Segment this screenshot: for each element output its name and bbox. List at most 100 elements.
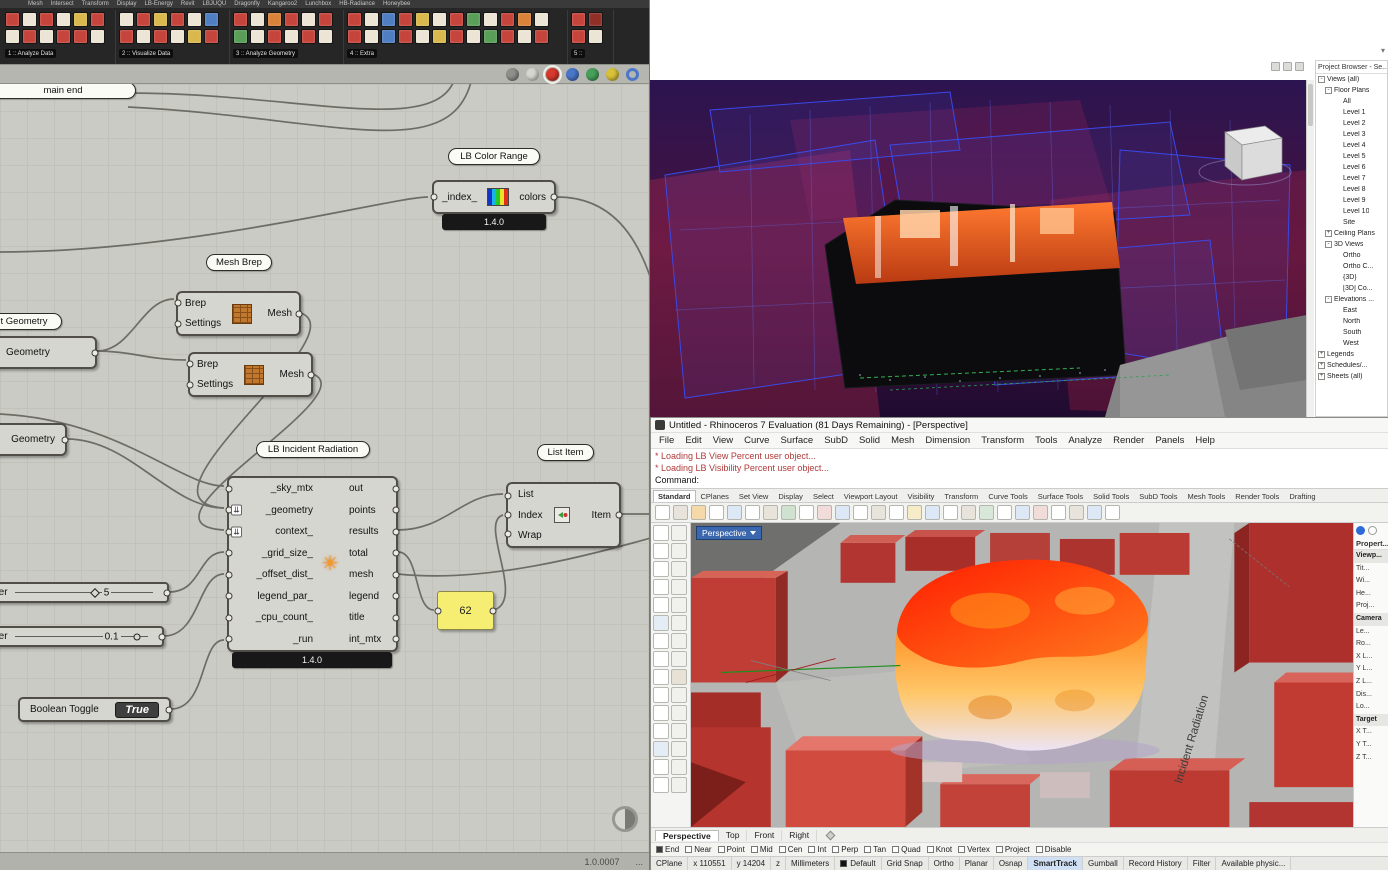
gh-toolbar-icon[interactable] (500, 12, 515, 27)
checkbox[interactable] (808, 846, 816, 853)
mesh-brep-component[interactable]: Brep Settings Mesh (174, 291, 303, 336)
rhino-toolbar-icon[interactable] (673, 505, 688, 520)
toolbar-tab[interactable]: CPlanes (696, 490, 734, 502)
revit-view-toolbar-icon[interactable] (1295, 62, 1304, 71)
gh-toolbar-icon[interactable] (449, 12, 464, 27)
tree-expander-icon[interactable]: - (1325, 87, 1332, 94)
browser-tree-item[interactable]: Level 9 (1316, 195, 1387, 206)
status-toggle[interactable]: Gumball (1083, 857, 1124, 870)
gh-toolbar-icon[interactable] (301, 12, 316, 27)
rhino-sidebar-tool-icon[interactable] (671, 543, 687, 559)
output-port[interactable] (307, 371, 315, 378)
rhino-sidebar-tool-icon[interactable] (671, 651, 687, 667)
gh-toolbar-icon[interactable] (187, 29, 202, 44)
gh-display-mode-icon[interactable] (586, 67, 599, 81)
osnap-toggle[interactable]: Mid (750, 845, 773, 854)
gh-ribbon-tab[interactable]: HB-Radiance (339, 0, 375, 8)
rhino-sidebar-tool-icon[interactable] (671, 723, 687, 739)
gh-toolbar-icon[interactable] (136, 29, 151, 44)
input-port[interactable] (504, 492, 512, 500)
gh-toolbar-icon[interactable] (204, 29, 219, 44)
layers-tab-icon[interactable] (1368, 526, 1377, 535)
browser-tree-item[interactable]: - 3D Views (1316, 239, 1387, 250)
gh-toolbar-icon[interactable] (415, 12, 430, 27)
menu-item[interactable]: Panels (1155, 435, 1184, 446)
gh-toolbar-icon[interactable] (415, 29, 430, 44)
osnap-toggle[interactable]: Cen (778, 845, 802, 854)
status-toggle[interactable]: Ortho (929, 857, 960, 870)
input-port[interactable] (504, 511, 512, 519)
gh-toolbar-icon[interactable] (398, 12, 413, 27)
checkbox[interactable] (656, 846, 663, 853)
osnap-toggle[interactable]: Int (808, 845, 826, 854)
output-port[interactable] (295, 310, 303, 317)
tree-expander-icon[interactable]: + (1318, 351, 1325, 358)
osnap-toggle[interactable]: Near (685, 845, 712, 854)
toolbar-tab[interactable]: Render Tools (1230, 490, 1284, 502)
checkbox[interactable] (864, 846, 872, 853)
rhino-toolbar-icon[interactable] (961, 505, 976, 520)
rhino-sidebar-tool-icon[interactable] (653, 615, 669, 631)
toolbar-tab[interactable]: Standard (653, 490, 696, 502)
gh-toolbar-group-label[interactable]: 5 :: (571, 49, 586, 58)
gh-toolbar-icon[interactable] (153, 12, 168, 27)
osnap-toggle[interactable]: Point (717, 845, 745, 854)
rhino-sidebar-tool-icon[interactable] (671, 741, 687, 757)
browser-tree-item[interactable]: Site (1316, 217, 1387, 228)
gh-ribbon-tab[interactable]: LB-Energy (145, 0, 173, 8)
menu-item[interactable]: Solid (859, 435, 880, 446)
gh-toolbar-icon[interactable] (347, 12, 362, 27)
output-port[interactable] (489, 607, 497, 614)
toolbar-tab[interactable]: Visibility (902, 490, 939, 502)
gh-toolbar-icon[interactable] (466, 12, 481, 27)
viewport-tab[interactable]: Right (782, 829, 818, 841)
osnap-toggle[interactable]: Knot (926, 845, 952, 854)
gh-toolbar-icon[interactable] (398, 29, 413, 44)
gh-toolbar-icon[interactable] (136, 12, 151, 27)
revit-3d-viewport[interactable] (650, 80, 1307, 417)
gh-ribbon-tab[interactable]: Dragonfly (234, 0, 260, 8)
browser-tree-item[interactable]: All (1316, 96, 1387, 107)
browser-tree-item[interactable]: Ortho (1316, 250, 1387, 261)
browser-tree-item[interactable]: Level 10 (1316, 206, 1387, 217)
rhino-sidebar-tool-icon[interactable] (653, 759, 669, 775)
menu-item[interactable]: Edit (685, 435, 701, 446)
rhino-toolbar-icon[interactable] (835, 505, 850, 520)
checkbox[interactable] (778, 846, 786, 853)
output-port[interactable] (615, 511, 623, 519)
toolbar-tab[interactable]: Viewport Layout (839, 490, 903, 502)
scrollbar-thumb[interactable] (1308, 84, 1313, 126)
menu-item[interactable]: View (713, 435, 733, 446)
gh-toolbar-icon[interactable] (301, 29, 316, 44)
browser-tree-item[interactable]: West (1316, 338, 1387, 349)
gh-toolbar-icon[interactable] (22, 12, 37, 27)
gh-toolbar-icon[interactable] (347, 29, 362, 44)
slider-track[interactable]: 0.1 (14, 631, 148, 642)
checkbox[interactable] (995, 846, 1003, 853)
menu-item[interactable]: File (659, 435, 674, 446)
output-port[interactable] (163, 589, 171, 596)
browser-tree-item[interactable]: - Floor Plans (1316, 85, 1387, 96)
gh-toolbar-icon[interactable] (56, 12, 71, 27)
gh-display-mode-icon[interactable] (506, 67, 519, 81)
osnap-toggle[interactable]: Quad (892, 845, 921, 854)
toolbar-tab[interactable]: SubD Tools (1134, 490, 1182, 502)
checkbox[interactable] (958, 846, 966, 853)
osnap-toggle[interactable]: Project (995, 845, 1030, 854)
gh-toolbar-icon[interactable] (250, 29, 265, 44)
gh-toolbar-icon[interactable] (39, 29, 54, 44)
gh-ribbon-tab[interactable]: Revit (181, 0, 195, 8)
menu-item[interactable]: Surface (780, 435, 813, 446)
input-port[interactable] (504, 530, 512, 538)
checkbox[interactable] (717, 846, 725, 853)
rhino-toolbar-icon[interactable] (763, 505, 778, 520)
rhino-sidebar-tool-icon[interactable] (671, 777, 687, 793)
gh-toolbar-icon[interactable] (534, 12, 549, 27)
slider-track[interactable]: 5 (14, 587, 153, 598)
browser-tree-item[interactable]: Level 7 (1316, 173, 1387, 184)
toolbar-tab[interactable]: Set View (734, 490, 773, 502)
tree-expander-icon[interactable]: + (1318, 362, 1325, 369)
gh-toolbar-icon[interactable] (22, 29, 37, 44)
menu-item[interactable]: Tools (1035, 435, 1057, 446)
gh-toolbar-icon[interactable] (284, 12, 299, 27)
